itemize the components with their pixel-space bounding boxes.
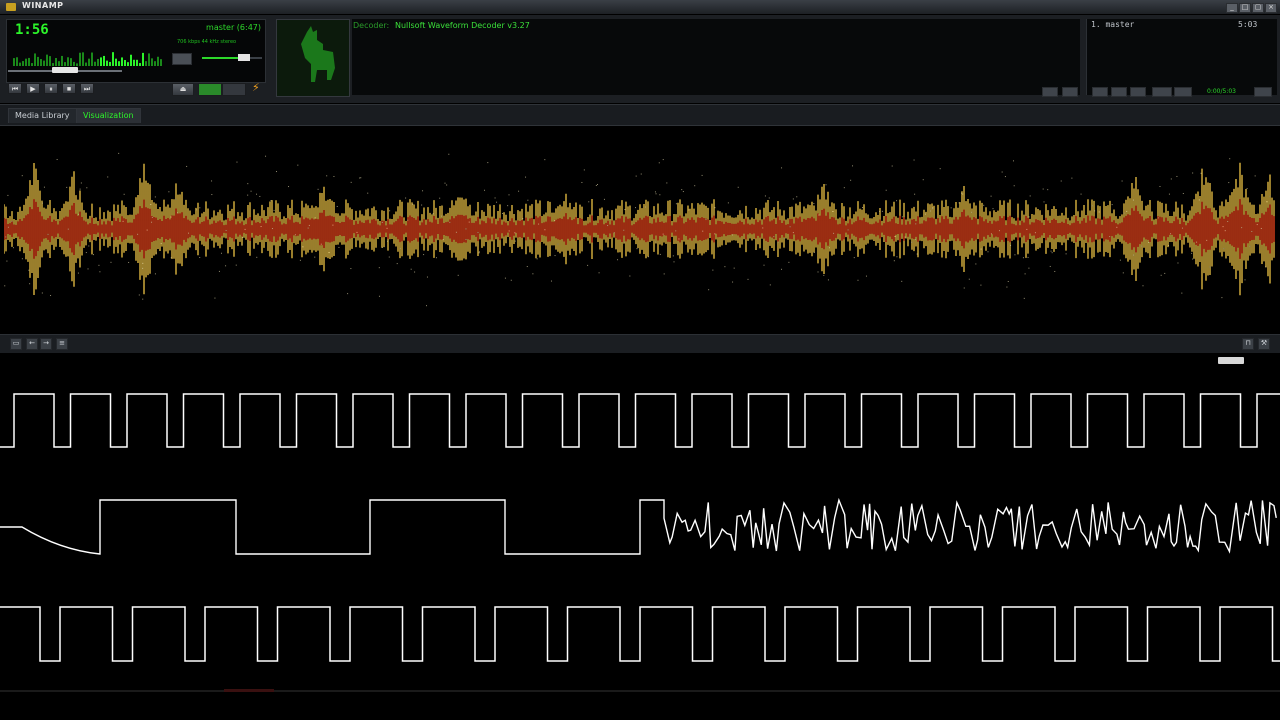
playlist-misc-button[interactable] (1152, 87, 1172, 97)
decoder-value: Nullsoft Waveform Decoder v3.27 (395, 21, 530, 30)
playlist-total-time: 0:00/5:03 (1207, 88, 1236, 95)
tab-media-library[interactable]: Media Library (8, 108, 77, 123)
volume-icon[interactable] (172, 53, 192, 65)
previous-button[interactable]: ⏮ (8, 83, 22, 94)
winamp-logo-icon (6, 3, 16, 11)
bottom-marker (224, 689, 274, 692)
elapsed-time[interactable]: 1:56 (15, 22, 49, 38)
seek-handle[interactable] (51, 67, 78, 73)
volume-handle[interactable] (238, 54, 250, 61)
resize-handle[interactable] (1218, 357, 1244, 364)
pin-icon[interactable]: ⊓ (1242, 338, 1254, 350)
playlist-item-time: 5:03 (1238, 20, 1258, 29)
info-panel (352, 19, 1080, 95)
play-button[interactable]: ▶ (26, 83, 40, 94)
playlist-add-button[interactable] (1092, 87, 1108, 97)
shuffle-toggle[interactable] (198, 83, 222, 96)
forward-icon[interactable]: → (40, 338, 52, 350)
player-display: 1:56 master (6:47) 706 kbps 44 kHz stere… (6, 19, 266, 83)
playlist-item-label[interactable]: 1. master (1091, 20, 1134, 29)
track-title: master (6:47) (206, 23, 261, 32)
llama-icon (301, 26, 335, 82)
playlist-menu-button[interactable] (1254, 87, 1272, 97)
repeat-toggle[interactable] (222, 83, 246, 96)
next-button[interactable]: ⏭ (80, 83, 94, 94)
player-panel: 1:56 master (6:47) 706 kbps 44 kHz stere… (0, 15, 1280, 103)
info-mini-button[interactable] (1062, 87, 1078, 97)
bottom-divider (0, 690, 1280, 692)
shade-button[interactable]: □ (1239, 3, 1251, 13)
playlist-remove-button[interactable] (1111, 87, 1127, 97)
eject-button[interactable]: ⏏ (172, 83, 194, 96)
menu-icon[interactable]: ≡ (56, 338, 68, 350)
stop-button[interactable]: ■ (62, 83, 76, 94)
oscilloscope-view (0, 393, 1280, 662)
playlist-select-button[interactable] (1130, 87, 1146, 97)
info-mini-button[interactable] (1042, 87, 1058, 97)
album-art[interactable] (276, 19, 350, 97)
playlist-list-button[interactable] (1174, 87, 1192, 97)
app-title: WINAMP (22, 1, 64, 10)
visualization-canvas[interactable] (4, 126, 1276, 332)
visualization-toolbar (0, 334, 1280, 353)
window-icon[interactable]: ▭ (10, 338, 22, 350)
title-bar[interactable] (0, 0, 1280, 15)
bitrate-info: 706 kbps 44 kHz stereo (177, 39, 237, 45)
minimize-button[interactable]: _ (1226, 3, 1238, 13)
pause-button[interactable]: ⏸ (44, 83, 58, 94)
spectrum-analyzer[interactable] (13, 50, 163, 66)
tab-visualization[interactable]: Visualization (76, 108, 141, 123)
tab-bar (0, 104, 1280, 126)
lightning-icon[interactable]: ⚡ (252, 81, 260, 94)
back-icon[interactable]: ← (26, 338, 38, 350)
playlist-panel[interactable] (1086, 19, 1277, 95)
wrench-icon[interactable]: ⚒ (1258, 338, 1270, 350)
maximize-button[interactable]: ▢ (1252, 3, 1264, 13)
close-button[interactable]: × (1265, 3, 1277, 13)
decoder-label: Decoder: (353, 21, 390, 30)
